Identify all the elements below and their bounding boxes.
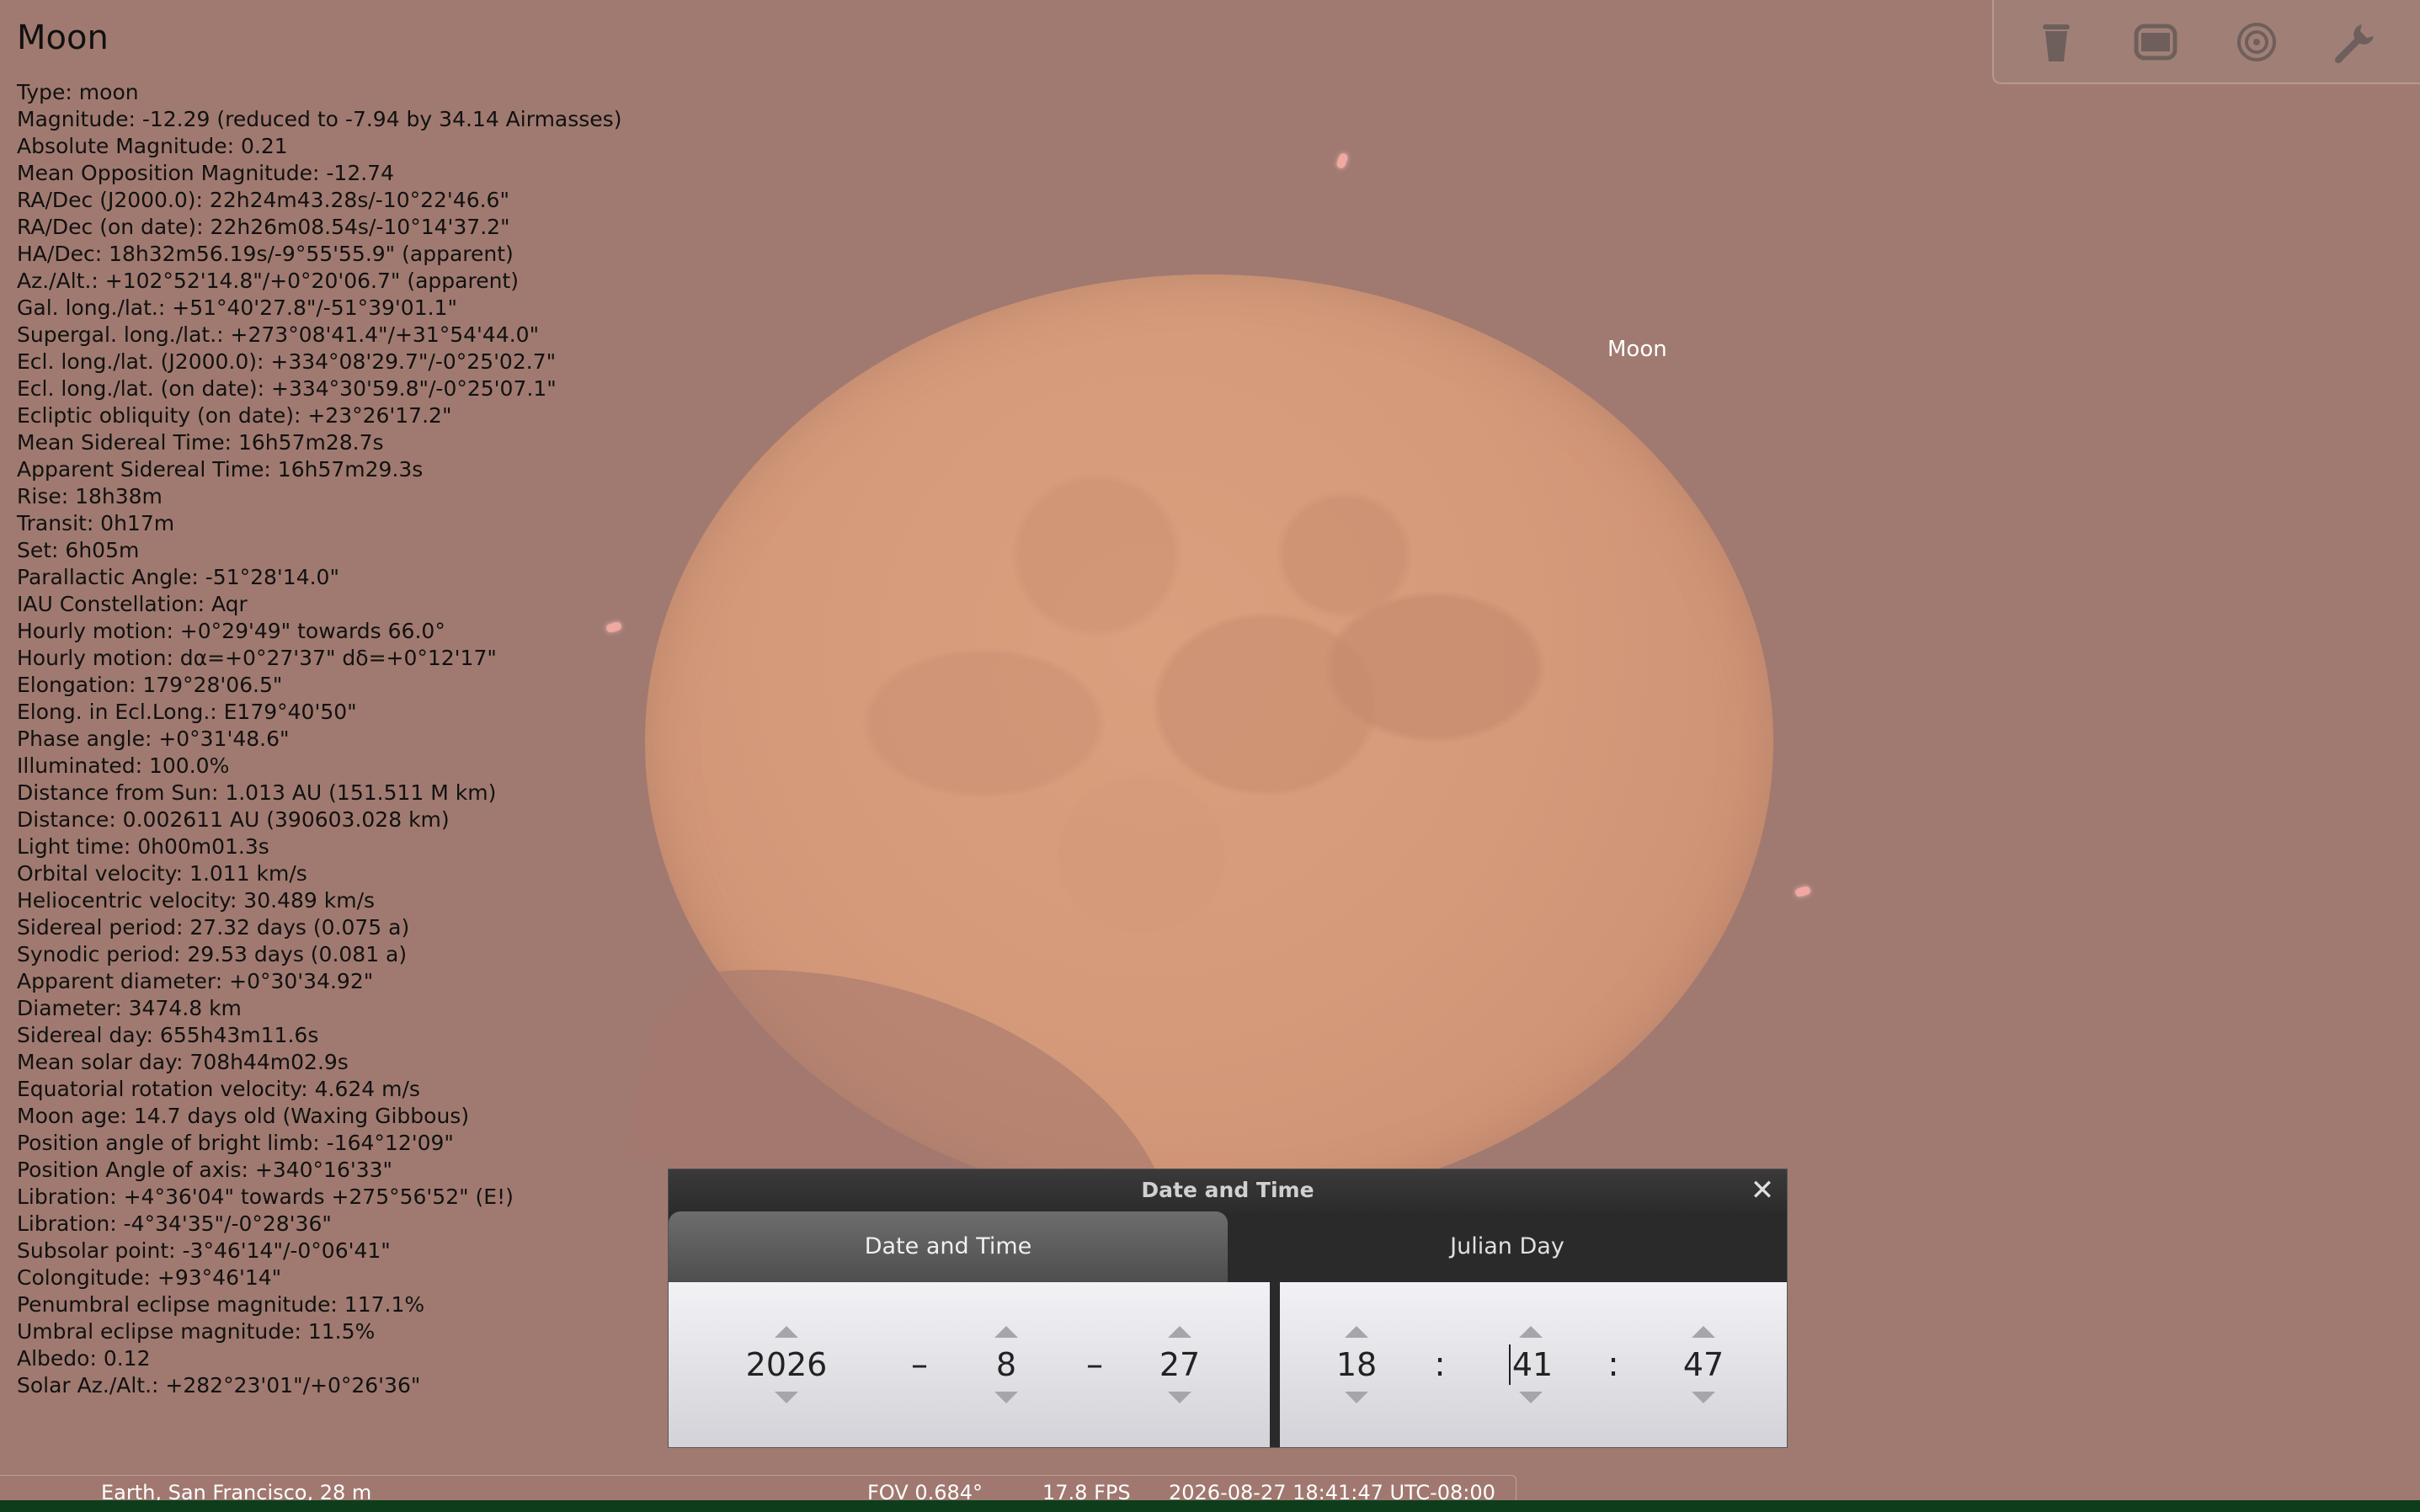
object-detail-line: IAU Constellation: Aqr: [17, 592, 248, 616]
year-down-arrow-icon[interactable]: [775, 1392, 798, 1403]
object-detail-line: Set: 6h05m: [17, 538, 140, 562]
settings-button[interactable]: [2331, 17, 2381, 67]
date-separator: –: [911, 1345, 928, 1384]
object-detail-line: Penumbral eclipse magnitude: 117.1%: [17, 1292, 425, 1317]
year-value[interactable]: 2026: [746, 1344, 828, 1385]
date-separator: –: [1086, 1345, 1103, 1384]
object-detail-line: Position angle of bright limb: -164°12'0…: [17, 1131, 454, 1155]
hour-spinbox[interactable]: 18: [1310, 1282, 1403, 1447]
object-detail-line: Mean solar day: 708h44m02.9s: [17, 1050, 349, 1074]
object-detail-line: Libration: -4°34'35"/-0°28'36": [17, 1211, 332, 1236]
hour-value[interactable]: 18: [1336, 1344, 1377, 1385]
object-detail-line: RA/Dec (on date): 22h26m08.54s/-10°14'37…: [17, 215, 510, 239]
object-detail-line: Distance from Sun: 1.013 AU (151.511 M k…: [17, 780, 497, 805]
object-detail-line: Magnitude: -12.29 (reduced to -7.94 by 3…: [17, 107, 622, 131]
object-detail-line: Gal. long./lat.: +51°40'27.8"/-51°39'01.…: [17, 295, 457, 320]
object-detail-line: Synodic period: 29.53 days (0.081 a): [17, 942, 408, 966]
year-spinbox[interactable]: 2026: [740, 1282, 833, 1447]
trash-button[interactable]: [2031, 17, 2082, 67]
second-spinbox[interactable]: 47: [1657, 1282, 1750, 1447]
minute-spinbox[interactable]: 41: [1485, 1282, 1577, 1447]
object-detail-line: Moon age: 14.7 days old (Waxing Gibbous): [17, 1104, 470, 1128]
target-icon: [2237, 23, 2276, 61]
object-detail-line: Umbral eclipse magnitude: 11.5%: [17, 1319, 376, 1344]
minute-up-arrow-icon[interactable]: [1519, 1326, 1543, 1338]
time-separator: :: [1434, 1345, 1446, 1384]
day-spinbox[interactable]: 27: [1133, 1282, 1226, 1447]
object-detail-line: Az./Alt.: +102°52'14.8"/+0°20'06.7" (app…: [17, 269, 519, 293]
hour-down-arrow-icon[interactable]: [1345, 1392, 1368, 1403]
object-detail-line: Parallactic Angle: -51°28'14.0": [17, 565, 339, 589]
object-detail-line: Ecliptic obliquity (on date): +23°26'17.…: [17, 403, 452, 428]
time-pane: 18 : 41 : 47: [1280, 1282, 1787, 1447]
object-detail-line: Absolute Magnitude: 0.21: [17, 134, 288, 158]
dialog-title[interactable]: Date and Time: [669, 1169, 1787, 1211]
object-detail-line: Subsolar point: -3°46'14"/-0°06'41": [17, 1238, 391, 1263]
minute-down-arrow-icon[interactable]: [1519, 1392, 1543, 1403]
object-detail-line: Transit: 0h17m: [17, 511, 175, 535]
second-value[interactable]: 47: [1683, 1344, 1724, 1385]
object-detail-line: Apparent Sidereal Time: 16h57m29.3s: [17, 457, 424, 482]
object-detail-line: Distance: 0.002611 AU (390603.028 km): [17, 807, 450, 832]
object-detail-line: Orbital velocity: 1.011 km/s: [17, 861, 307, 886]
minute-value[interactable]: 41: [1508, 1344, 1553, 1385]
object-detail-line: Apparent diameter: +0°30'34.92": [17, 969, 374, 993]
target-button[interactable]: [2231, 17, 2282, 67]
object-detail-line: Hourly motion: dα=+0°27'37" dδ=+0°12'17": [17, 646, 497, 670]
object-detail-line: Type: moon: [17, 80, 139, 104]
object-detail-line: Supergal. long./lat.: +273°08'41.4"/+31°…: [17, 322, 540, 347]
horizon-ground: [0, 1500, 2420, 1512]
object-detail-line: HA/Dec: 18h32m56.19s/-9°55'55.9" (appare…: [17, 242, 514, 266]
object-detail-line: Position Angle of axis: +340°16'33": [17, 1158, 393, 1182]
year-up-arrow-icon[interactable]: [775, 1326, 798, 1338]
object-detail-line: Illuminated: 100.0%: [17, 753, 230, 778]
screen-button[interactable]: [2130, 17, 2181, 67]
object-name-title: Moon: [17, 19, 109, 57]
trash-icon: [2043, 24, 2070, 61]
object-detail-line: Mean Sidereal Time: 16h57m28.7s: [17, 430, 384, 455]
tab-date-and-time[interactable]: Date and Time: [669, 1211, 1228, 1282]
object-detail-line: Albedo: 0.12: [17, 1346, 151, 1371]
object-detail-line: Colongitude: +93°46'14": [17, 1265, 282, 1290]
object-detail-line: Light time: 0h00m01.3s: [17, 834, 269, 859]
hour-up-arrow-icon[interactable]: [1345, 1326, 1368, 1338]
screen-icon: [2134, 24, 2177, 61]
object-detail-line: Sidereal day: 655h43m11.6s: [17, 1023, 319, 1047]
object-detail-line: Diameter: 3474.8 km: [17, 996, 242, 1020]
object-detail-line: Equatorial rotation velocity: 4.624 m/s: [17, 1077, 420, 1101]
object-detail-line: Elong. in Ecl.Long.: E179°40'50": [17, 700, 357, 724]
object-detail-line: Phase angle: +0°31'48.6": [17, 727, 290, 751]
month-down-arrow-icon[interactable]: [994, 1392, 1018, 1403]
wrench-icon: [2335, 24, 2374, 63]
object-detail-line: Sidereal period: 27.32 days (0.075 a): [17, 915, 410, 940]
object-detail-line: Ecl. long./lat. (J2000.0): +334°08'29.7"…: [17, 349, 557, 374]
object-detail-line: Hourly motion: +0°29'49" towards 66.0°: [17, 619, 445, 643]
close-icon[interactable]: ✕: [1750, 1176, 1775, 1205]
second-up-arrow-icon[interactable]: [1692, 1326, 1715, 1338]
time-separator: :: [1607, 1345, 1619, 1384]
object-detail-line: Ecl. long./lat. (on date): +334°30'59.8"…: [17, 376, 557, 401]
second-down-arrow-icon[interactable]: [1692, 1392, 1715, 1403]
object-detail-line: RA/Dec (J2000.0): 22h24m43.28s/-10°22'46…: [17, 188, 509, 212]
day-value[interactable]: 27: [1159, 1344, 1200, 1385]
date-pane: 2026 – 8 – 27: [669, 1282, 1270, 1447]
day-down-arrow-icon[interactable]: [1168, 1392, 1191, 1403]
object-detail-line: Solar Az./Alt.: +282°23'01"/+0°26'36": [17, 1373, 421, 1398]
stellarium-view[interactable]: Moon Moon Type: moon Magnitude: -12.29 (r…: [0, 0, 2420, 1512]
date-time-dialog: Date and Time ✕ Date and Time Julian Day…: [668, 1169, 1788, 1448]
month-up-arrow-icon[interactable]: [994, 1326, 1018, 1338]
object-details-list: Type: moon Magnitude: -12.29 (reduced to …: [17, 79, 621, 1399]
tab-julian-day[interactable]: Julian Day: [1228, 1211, 1787, 1282]
day-up-arrow-icon[interactable]: [1168, 1326, 1191, 1338]
object-detail-line: Rise: 18h38m: [17, 484, 163, 508]
month-spinbox[interactable]: 8: [960, 1282, 1053, 1447]
object-detail-line: Libration: +4°36'04" towards +275°56'52"…: [17, 1185, 514, 1209]
object-detail-line: Heliocentric velocity: 30.489 km/s: [17, 888, 376, 913]
month-value[interactable]: 8: [996, 1344, 1016, 1385]
object-detail-line: Elongation: 179°28'06.5": [17, 673, 283, 697]
top-right-toolbar: [1992, 0, 2420, 84]
object-detail-line: Mean Opposition Magnitude: -12.74: [17, 161, 394, 185]
moon-sky-label: Moon: [1607, 337, 1667, 362]
